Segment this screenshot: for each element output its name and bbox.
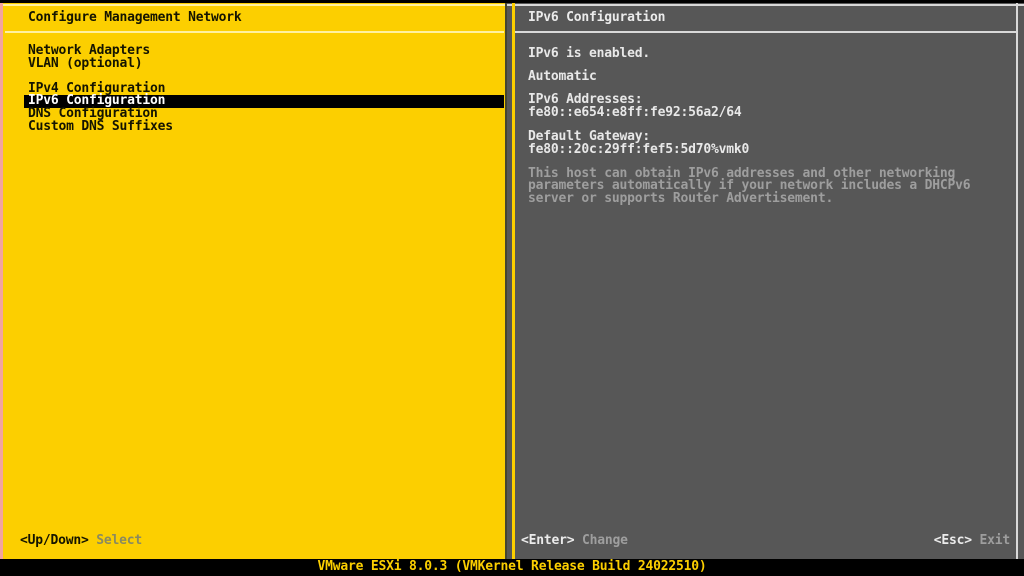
right-panel-title: IPv6 Configuration (528, 11, 665, 25)
esc-key-label: <Esc> (934, 533, 972, 548)
change-action-label: Change (582, 533, 628, 548)
esc-exit-hint: <Esc> Exit (934, 534, 1010, 547)
right-panel-left-border (512, 3, 515, 559)
network-config-menu: Network Adapters VLAN (optional) IPv4 Co… (24, 45, 504, 133)
left-panel-title: Configure Management Network (28, 11, 242, 25)
menu-item-custom-dns-suffixes[interactable]: Custom DNS Suffixes (24, 121, 504, 134)
default-gateway-value: fe80::20c:29ff:fef5:5d70%vmk0 (528, 144, 749, 157)
ipv6-status-text: IPv6 is enabled. (528, 48, 650, 61)
right-panel-top-highlight (507, 4, 1024, 6)
enter-change-hint: <Enter> Change (521, 534, 628, 547)
updown-key-label: <Up/Down> (20, 533, 89, 548)
ipv6-details-panel: IPv6 Configuration IPv6 is enabled. Auto… (507, 3, 1024, 559)
ipv6-address-value: fe80::e654:e8ff:fe92:56a2/64 (528, 107, 742, 120)
ipv6-mode-text: Automatic (528, 71, 597, 84)
management-network-menu-panel: Configure Management Network Network Ada… (0, 3, 505, 559)
ipv6-help-text: This host can obtain IPv6 addresses and … (528, 168, 998, 205)
enter-key-label: <Enter> (521, 533, 574, 548)
exit-action-label: Exit (979, 533, 1010, 548)
esxi-version-footer: VMware ESXi 8.0.3 (VMKernel Release Buil… (0, 559, 1024, 576)
right-panel-right-border (1016, 3, 1018, 559)
select-action-label: Select (96, 533, 142, 548)
help-line-3: server or supports Router Advertisement. (528, 193, 998, 205)
dcui-screen: Configure Management Network Network Ada… (0, 0, 1024, 576)
updown-select-hint: <Up/Down> Select (20, 534, 142, 547)
menu-item-vlan[interactable]: VLAN (optional) (24, 58, 504, 71)
left-title-rule (5, 31, 504, 33)
right-title-rule (515, 31, 1016, 33)
left-panel-top-highlight (3, 4, 505, 6)
